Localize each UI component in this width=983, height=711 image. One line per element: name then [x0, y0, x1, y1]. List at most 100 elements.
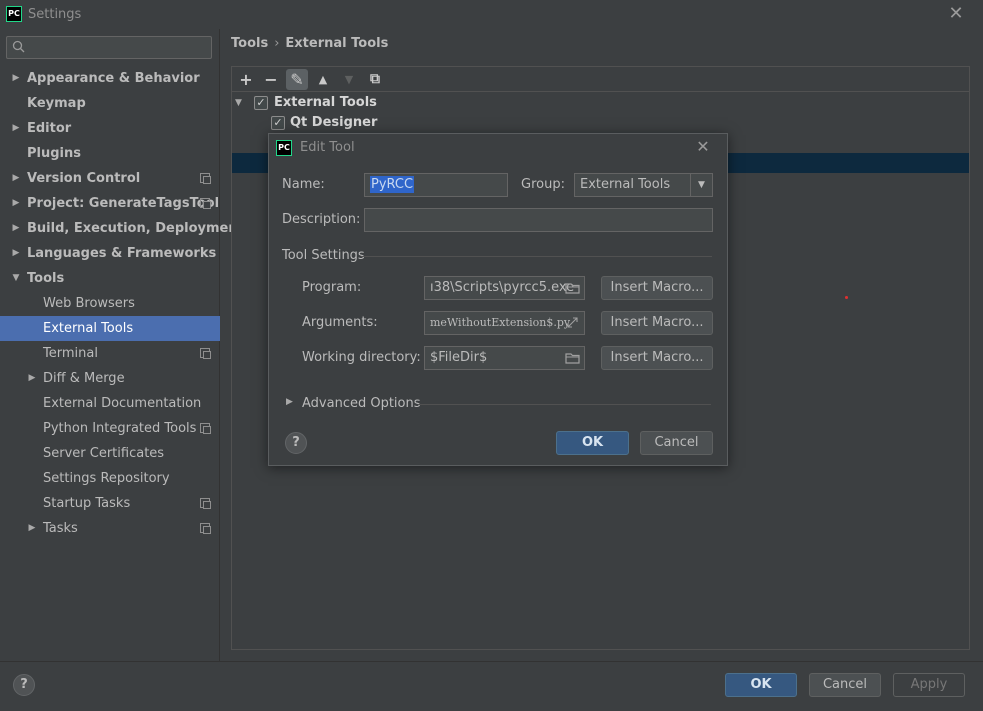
sidebar-item-label: Tools	[27, 271, 65, 286]
sidebar-item[interactable]: Server Certificates	[0, 441, 220, 466]
dialog-ok-button[interactable]: OK	[556, 431, 629, 455]
folder-icon[interactable]	[565, 281, 580, 295]
expand-arrow-icon[interactable]: ▼	[235, 93, 242, 113]
sidebar-item[interactable]: External Tools	[0, 316, 220, 341]
arguments-value: meWithoutExtension$.py	[430, 316, 571, 329]
pycharm-logo-icon: PC	[276, 140, 292, 156]
sidebar-item-label: Build, Execution, Deployment	[27, 221, 244, 236]
advanced-expand-arrow-icon[interactable]: ▶	[286, 397, 293, 407]
sidebar-item[interactable]: External Documentation	[0, 391, 220, 416]
pycharm-logo-icon: PC	[6, 6, 22, 22]
description-field[interactable]	[364, 208, 713, 232]
remove-tool-button[interactable]: −	[260, 69, 282, 90]
breadcrumb: Tools › External Tools	[231, 36, 388, 51]
tool-settings-divider	[361, 256, 712, 257]
sidebar-item[interactable]: ▶ Editor	[0, 116, 220, 141]
collapsed-arrow-icon[interactable]: ▶	[27, 516, 37, 541]
settings-sidebar: ▶ Appearance & Behavior Keymap ▶ Editor Plugi…	[0, 29, 244, 661]
sidebar-item[interactable]: ▶ Build, Execution, Deployment	[0, 216, 244, 241]
insert-macro-workdir-button[interactable]: Insert Macro...	[601, 346, 713, 370]
project-scope-icon	[200, 348, 211, 359]
sidebar-item[interactable]: ▼ Tools	[0, 266, 220, 291]
sidebar-item[interactable]: ▶ Project: GenerateTagsTool	[0, 191, 220, 216]
project-scope-icon	[200, 423, 211, 434]
red-marker-dot	[845, 296, 848, 299]
sidebar-item[interactable]: Python Integrated Tools	[0, 416, 220, 441]
sidebar-item[interactable]: ▶ Languages & Frameworks	[0, 241, 220, 266]
sidebar-item[interactable]: Web Browsers	[0, 291, 220, 316]
settings-help-button[interactable]: ?	[13, 674, 35, 696]
name-value: PyRCC	[370, 176, 415, 193]
sidebar-item[interactable]: ▶ Tasks	[0, 516, 220, 541]
window-close-icon[interactable]: ✕	[946, 4, 966, 24]
sidebar-item[interactable]: Settings Repository	[0, 466, 220, 491]
sidebar-item[interactable]: ▶ Appearance & Behavior	[0, 66, 220, 91]
folder-icon[interactable]	[565, 351, 580, 365]
sidebar-item-label: Server Certificates	[43, 446, 165, 461]
name-label: Name:	[282, 177, 325, 192]
collapsed-arrow-icon[interactable]: ▶	[11, 116, 21, 141]
dialog-cancel-button[interactable]: Cancel	[640, 431, 713, 455]
working-directory-field[interactable]: $FileDir$	[424, 346, 585, 370]
sidebar-item[interactable]: Plugins	[0, 141, 220, 166]
group-label: Group:	[521, 177, 565, 192]
project-scope-icon	[200, 173, 211, 184]
tool-item-checkbox[interactable]: ✓	[271, 116, 285, 130]
chevron-down-icon[interactable]: ▼	[690, 174, 712, 196]
sidebar-item-label: Web Browsers	[43, 296, 135, 311]
collapsed-arrow-icon[interactable]: ▶	[27, 366, 37, 391]
name-field[interactable]: PyRCC	[364, 173, 508, 197]
edit-tool-button[interactable]: ✎	[286, 69, 308, 90]
breadcrumb-separator: ›	[274, 36, 280, 51]
sidebar-item-label: Appearance & Behavior	[27, 71, 200, 86]
copy-tool-button[interactable]: ⧉	[364, 69, 386, 90]
collapsed-arrow-icon[interactable]: ▶	[11, 241, 21, 266]
sidebar-item-label: Tasks	[43, 521, 78, 536]
dialog-help-button[interactable]: ?	[285, 432, 307, 454]
group-checkbox[interactable]: ✓	[254, 96, 268, 110]
arguments-field[interactable]: meWithoutExtension$.py	[424, 311, 585, 335]
sidebar-item[interactable]: ▶ Diff & Merge	[0, 366, 220, 391]
sidebar-item-label: Diff & Merge	[43, 371, 125, 386]
search-input[interactable]	[6, 36, 212, 59]
search-icon	[12, 40, 25, 53]
sidebar-item-label: Python Integrated Tools	[43, 421, 197, 436]
dialog-close-icon[interactable]: ✕	[694, 138, 712, 156]
edit-tool-dialog: PC Edit Tool ✕ Name: PyRCC Group: Extern…	[268, 133, 728, 466]
tools-group-label: External Tools	[274, 95, 377, 110]
sidebar-item[interactable]: Terminal	[0, 341, 220, 366]
collapsed-arrow-icon[interactable]: ▶	[11, 216, 21, 241]
advanced-options-toggle[interactable]: Advanced Options	[302, 396, 421, 411]
collapsed-arrow-icon[interactable]: ▶	[11, 66, 21, 91]
insert-macro-arguments-button[interactable]: Insert Macro...	[601, 311, 713, 335]
settings-apply-button[interactable]: Apply	[893, 673, 965, 697]
working-directory-label: Working directory:	[302, 350, 421, 365]
add-tool-button[interactable]: +	[235, 69, 257, 90]
sidebar-item-label: Version Control	[27, 171, 141, 186]
sidebar-item-label: Keymap	[27, 96, 86, 111]
collapsed-arrow-icon[interactable]: ▶	[11, 166, 21, 191]
sidebar-item[interactable]: ▶ Version Control	[0, 166, 220, 191]
description-label: Description:	[282, 212, 361, 227]
expand-icon[interactable]	[565, 316, 580, 330]
expanded-arrow-icon[interactable]: ▼	[11, 266, 21, 291]
project-scope-icon	[200, 498, 211, 509]
window-title: Settings	[28, 7, 82, 22]
move-down-button[interactable]: ▼	[338, 69, 360, 90]
sidebar-item-label: Startup Tasks	[43, 496, 131, 511]
group-value: External Tools	[580, 177, 671, 192]
breadcrumb-external-tools: External Tools	[285, 36, 389, 51]
sidebar-item-label: Languages & Frameworks	[27, 246, 217, 261]
sidebar-item[interactable]: Startup Tasks	[0, 491, 220, 516]
program-label: Program:	[302, 280, 362, 295]
group-combo[interactable]: External Tools ▼	[574, 173, 713, 197]
sidebar-item[interactable]: Keymap	[0, 91, 220, 116]
insert-macro-program-button[interactable]: Insert Macro...	[601, 276, 713, 300]
footer-divider	[0, 661, 983, 662]
settings-cancel-button[interactable]: Cancel	[809, 673, 881, 697]
project-scope-icon	[200, 198, 211, 209]
move-up-button[interactable]: ▲	[312, 69, 334, 90]
collapsed-arrow-icon[interactable]: ▶	[11, 191, 21, 216]
program-field[interactable]: ı38\Scripts\pyrcc5.exe	[424, 276, 585, 300]
settings-ok-button[interactable]: OK	[725, 673, 797, 697]
